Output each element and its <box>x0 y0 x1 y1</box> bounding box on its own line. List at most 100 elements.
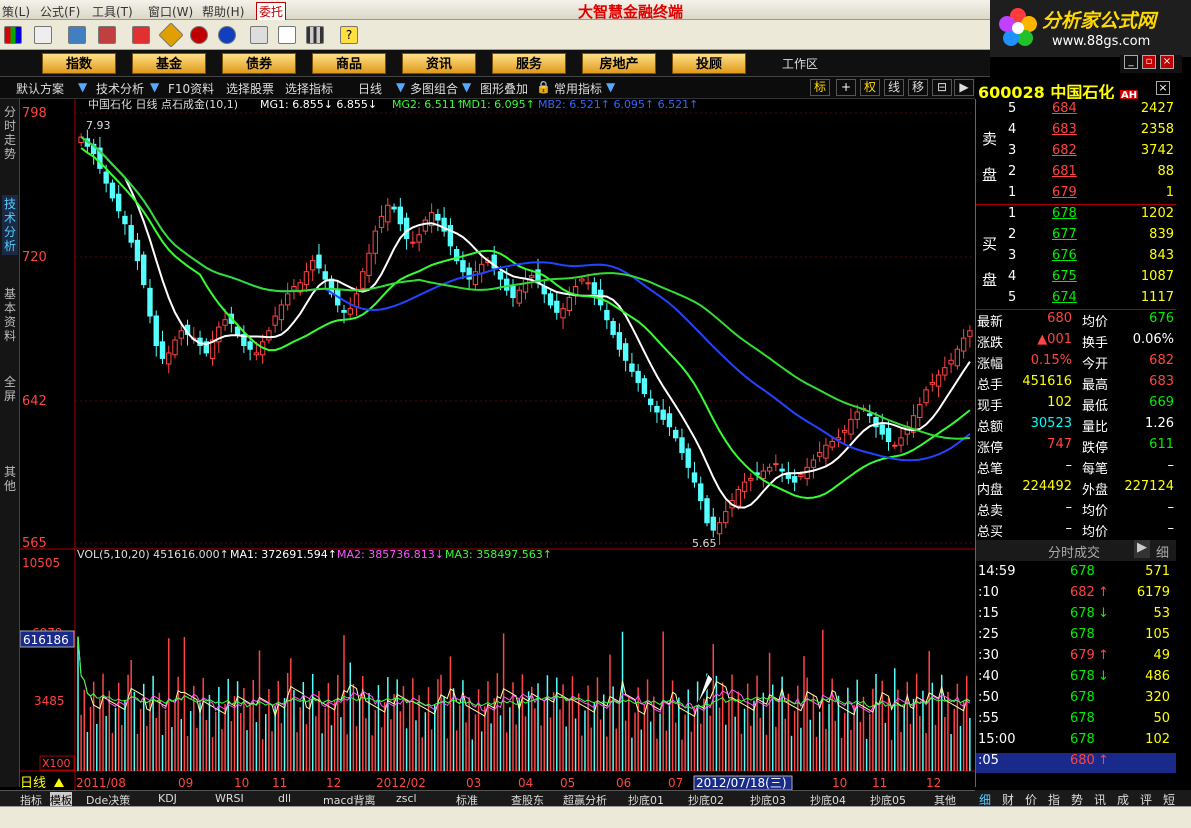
list-icon[interactable] <box>34 26 52 44</box>
dropdown-arrow-icon[interactable]: ▼ <box>396 80 405 94</box>
candle <box>666 413 673 428</box>
dropdown-arrow-icon[interactable]: ▼ <box>150 80 159 94</box>
bars-icon[interactable] <box>306 26 324 44</box>
quote-row: 3 682 3742 <box>1008 143 1174 158</box>
dropdown-arrow-icon[interactable]: ▼ <box>606 80 615 94</box>
x-axis-label: 09 <box>178 776 193 790</box>
overlay-button[interactable]: 图形叠加 <box>480 80 528 97</box>
candle <box>917 404 923 419</box>
menu-strategy[interactable]: 策(L) <box>2 3 30 20</box>
menu-tools[interactable]: 工具(T) <box>92 3 133 20</box>
ma1-value: MA1: 372691.594↑ <box>230 548 337 561</box>
f10-button[interactable]: F10资料 <box>168 80 214 97</box>
binoculars-icon[interactable] <box>68 26 86 44</box>
candle <box>898 437 904 446</box>
candle <box>935 374 942 387</box>
candle <box>854 411 860 420</box>
nav-commodity[interactable]: 商品 <box>312 53 386 74</box>
menu-formula[interactable]: 公式(F) <box>40 3 80 20</box>
nav-service[interactable]: 服务 <box>492 53 566 74</box>
close-icon[interactable]: × <box>1160 55 1174 69</box>
tech-analysis-select[interactable]: 技术分析 <box>96 80 144 97</box>
x-axis-label: 06 <box>616 776 631 790</box>
quote-row: 涨跌 ▲001 换手 0.06% <box>977 332 1174 351</box>
move-button[interactable]: 移 <box>908 79 928 96</box>
menu-window[interactable]: 窗口(W) <box>148 3 193 20</box>
logo-name: 分析家公式网 <box>1042 10 1157 32</box>
candle <box>291 285 297 291</box>
line-button[interactable]: 线 <box>884 79 904 96</box>
tab-timeshare[interactable]: 分时走势 <box>2 105 18 161</box>
nav-news[interactable]: 资讯 <box>402 53 476 74</box>
restore-icon[interactable]: ▫ <box>1142 55 1156 69</box>
common-indicator-select[interactable]: 常用指标 <box>554 80 602 97</box>
x-axis-label: 12 <box>926 776 941 790</box>
clipboard-icon[interactable] <box>250 26 268 44</box>
expand-arrow-icon[interactable]: ▶ <box>1134 540 1150 558</box>
tick-row: 15:00 678 102 <box>978 732 1170 747</box>
nav-realestate[interactable]: 房地产 <box>582 53 656 74</box>
select-indicator-button[interactable]: 选择指标 <box>285 80 333 97</box>
nav-bond[interactable]: 债券 <box>222 53 296 74</box>
candle <box>341 309 347 313</box>
dropdown-arrow-icon[interactable]: ▼ <box>462 80 471 94</box>
red-circle-icon[interactable] <box>190 26 208 44</box>
window-icon[interactable] <box>278 26 296 44</box>
lock-icon[interactable]: 🔒 <box>536 80 551 94</box>
indicator-tab[interactable]: dll <box>278 792 291 805</box>
side-tabs: 分时走势 技术分析 基本资料 全屏 其他 <box>0 99 20 787</box>
candle <box>316 254 322 269</box>
candle <box>635 370 641 383</box>
help-pointer-icon[interactable]: ? <box>340 26 358 44</box>
quote-icon[interactable] <box>4 26 22 44</box>
mark-button[interactable]: 标 <box>810 79 830 96</box>
tab-technical[interactable]: 技术分析 <box>2 195 18 255</box>
quote-row: 5 674 1117 <box>1008 290 1174 305</box>
kline-chart[interactable]: 798 720 642 565 中国石化 日线 点石成金(10,1) MG1: … <box>20 99 975 790</box>
nav-fund[interactable]: 基金 <box>132 53 206 74</box>
x-axis-label: 2011/08 <box>76 776 126 790</box>
candle <box>673 429 679 439</box>
tick-row: :55 678 50 <box>978 711 1170 726</box>
quote-row: 1 679 1 <box>1008 185 1174 200</box>
select-stock-button[interactable]: 选择股票 <box>226 80 274 97</box>
indicator-tab[interactable]: WRSI <box>215 792 244 805</box>
workzone-label[interactable]: 工作区 <box>782 55 818 72</box>
x-axis-label: 10 <box>234 776 249 790</box>
nav-index[interactable]: 指数 <box>42 53 116 74</box>
tick-row: :40 678 ↓ 486 <box>978 669 1170 684</box>
blue-circle-icon[interactable] <box>218 26 236 44</box>
scheme-select[interactable]: 默认方案 <box>16 80 64 97</box>
candle <box>166 352 172 365</box>
diamond-icon[interactable] <box>158 22 184 48</box>
panel-close-icon[interactable]: × <box>1156 81 1170 95</box>
ticks-header: 分时成交 ▶ 细 <box>976 540 1176 561</box>
play-icon[interactable]: ▶ <box>954 79 974 96</box>
multi-chart-button[interactable]: 多图组合 <box>410 80 458 97</box>
flag-icon[interactable] <box>132 26 150 44</box>
crosshair-icon[interactable]: + <box>836 79 856 96</box>
indicator-tab[interactable]: zscl <box>396 792 417 805</box>
candle <box>798 474 804 478</box>
tab-fullscreen[interactable]: 全屏 <box>2 375 18 403</box>
x-axis-label: 11 <box>272 776 287 790</box>
tab-other[interactable]: 其他 <box>2 465 18 493</box>
candle <box>391 206 397 210</box>
detail-button[interactable]: 细 <box>1156 542 1169 561</box>
rights-button[interactable]: 权 <box>860 79 880 96</box>
candle <box>591 282 598 295</box>
price-tick-798: 798 <box>22 106 47 121</box>
period-select[interactable]: 日线 <box>358 80 382 97</box>
candle <box>360 271 366 289</box>
alarm-icon[interactable] <box>98 26 116 44</box>
candle <box>660 409 666 420</box>
menu-help[interactable]: 帮助(H) <box>202 3 244 20</box>
minimize-icon[interactable]: _ <box>1124 55 1138 69</box>
pan-icon[interactable]: ⊟ <box>932 79 952 96</box>
tab-fundamentals[interactable]: 基本资料 <box>2 287 18 343</box>
trade-button[interactable]: 委托 <box>256 2 287 21</box>
candle <box>266 330 272 341</box>
nav-advisor[interactable]: 投顾 <box>672 53 746 74</box>
indicator-tab[interactable]: KDJ <box>158 792 177 805</box>
dropdown-arrow-icon[interactable]: ▼ <box>78 80 87 94</box>
